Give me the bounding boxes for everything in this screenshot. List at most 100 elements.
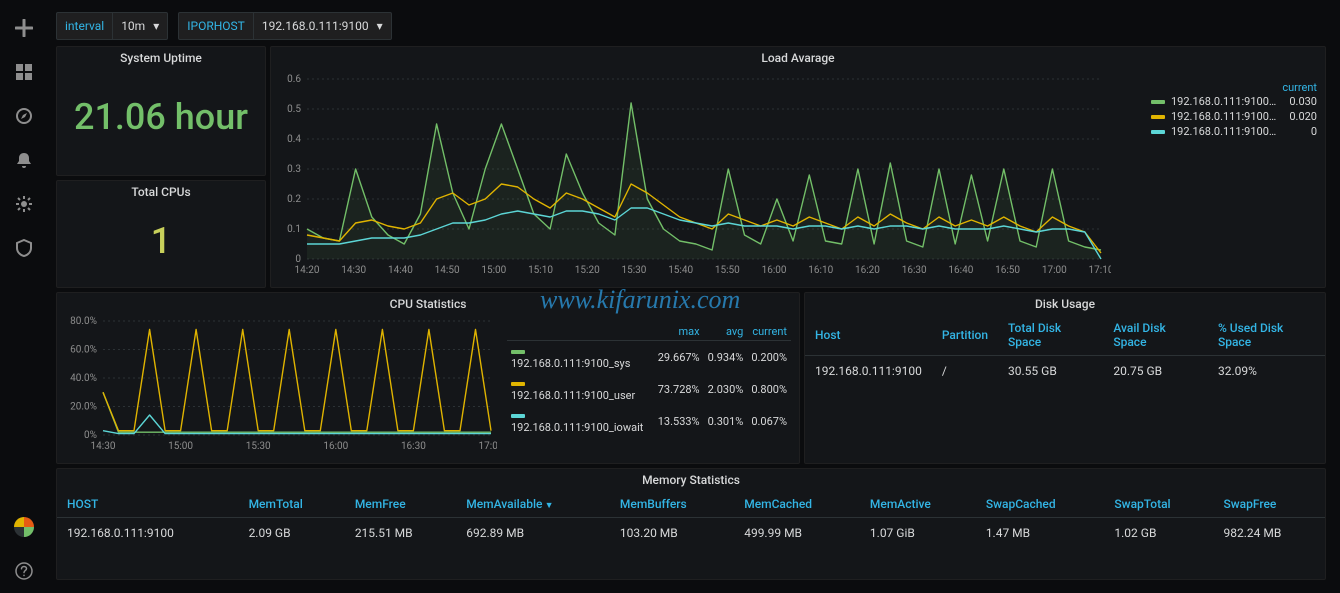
table-header[interactable]: Avail Disk Space [1103, 315, 1208, 356]
help-icon[interactable] [8, 555, 40, 587]
var-interval-value[interactable]: 10m▾ [112, 13, 167, 39]
svg-text:15:30: 15:30 [246, 441, 271, 452]
table-cell: 32.09% [1208, 356, 1325, 387]
legend-series-name: 192.168.0.111:9100_user [511, 389, 635, 402]
explore-icon[interactable] [8, 100, 40, 132]
svg-text:0: 0 [295, 254, 301, 265]
svg-text:16:40: 16:40 [948, 265, 973, 276]
panel-title: Total CPUs [57, 181, 265, 203]
org-logo-icon[interactable] [8, 511, 40, 543]
dashboards-icon[interactable] [8, 56, 40, 88]
cpus-value: 1 [57, 203, 265, 279]
add-icon[interactable] [8, 12, 40, 44]
legend-max: 73.728% [654, 373, 704, 405]
svg-text:17:00: 17:00 [479, 441, 497, 452]
alerting-icon[interactable] [8, 144, 40, 176]
var-interval[interactable]: interval 10m▾ [56, 12, 168, 40]
legend-row[interactable]: 192.168.0.111:9100_sys29.667%0.934%0.200… [507, 341, 791, 374]
table-cell: 192.168.0.111:9100 [805, 356, 932, 387]
legend-current-value: 0 [1277, 125, 1317, 138]
legend-row[interactable]: 192.168.0.111:9100_5m0.020 [1151, 109, 1317, 124]
svg-text:16:10: 16:10 [808, 265, 833, 276]
cpu-legend: max avg current 192.168.0.111:9100_sys29… [507, 323, 791, 437]
table-header[interactable]: Total Disk Space [998, 315, 1103, 356]
svg-text:0%: 0% [84, 430, 97, 441]
table-header[interactable]: MemFree [345, 491, 456, 518]
table-header[interactable]: % Used Disk Space [1208, 315, 1325, 356]
legend-row[interactable]: 192.168.0.111:9100_1m0.030 [1151, 94, 1317, 109]
panel-total-cpus[interactable]: Total CPUs 1 [56, 180, 266, 288]
legend-row[interactable]: 192.168.0.111:9100_user73.728%2.030%0.80… [507, 373, 791, 405]
var-iporhost[interactable]: IPORHOST 192.168.0.111:9100▾ [178, 12, 391, 40]
table-header[interactable]: Partition [932, 315, 998, 356]
legend-col-current[interactable]: current [747, 323, 791, 341]
admin-icon[interactable] [8, 232, 40, 264]
legend-swatch [1151, 100, 1165, 104]
table-header[interactable]: SwapCached [976, 491, 1105, 518]
mem-table: HOSTMemTotalMemFreeMemAvailableMemBuffer… [57, 491, 1325, 548]
panel-title: CPU Statistics [57, 293, 799, 315]
svg-text:14:30: 14:30 [341, 265, 366, 276]
panel-title: Memory Statistics [57, 469, 1325, 491]
legend-swatch [511, 414, 525, 418]
table-cell: 215.51 MB [345, 518, 456, 549]
table-header[interactable]: MemActive [860, 491, 976, 518]
table-cell: 20.75 GB [1103, 356, 1208, 387]
svg-text:40.0%: 40.0% [70, 373, 97, 384]
table-header[interactable]: MemCached [734, 491, 860, 518]
legend-row[interactable]: 192.168.0.111:9100_iowait13.533%0.301%0.… [507, 405, 791, 437]
table-header[interactable]: HOST [57, 491, 239, 518]
legend-current: 0.200% [747, 341, 791, 374]
table-header[interactable]: MemBuffers [610, 491, 734, 518]
legend-col-max[interactable]: max [654, 323, 704, 341]
svg-text:16:50: 16:50 [995, 265, 1020, 276]
panel-load-average[interactable]: Load Avarage 00.10.20.30.40.50.614:2014:… [270, 46, 1326, 288]
legend-avg: 2.030% [704, 373, 748, 405]
table-row[interactable]: 192.168.0.111:91002.09 GB215.51 MB692.89… [57, 518, 1325, 549]
table-header[interactable]: Host [805, 315, 932, 356]
legend-row[interactable]: 192.168.0.111:9100_15m0 [1151, 124, 1317, 139]
legend-header: current [1151, 81, 1317, 94]
legend-col-avg[interactable]: avg [704, 323, 748, 341]
legend-series-name: 192.168.0.111:9100_15m [1171, 125, 1277, 138]
panel-title: System Uptime [57, 47, 265, 69]
var-iporhost-value[interactable]: 192.168.0.111:9100▾ [253, 13, 391, 39]
template-var-toolbar: interval 10m▾ IPORHOST 192.168.0.111:910… [56, 10, 392, 42]
table-row[interactable]: 192.168.0.111:9100/30.55 GB20.75 GB32.09… [805, 356, 1325, 387]
var-iporhost-label: IPORHOST [179, 19, 253, 33]
svg-text:15:40: 15:40 [668, 265, 693, 276]
legend-avg: 0.934% [704, 341, 748, 374]
legend-max: 13.533% [654, 405, 704, 437]
table-cell: 192.168.0.111:9100 [57, 518, 239, 549]
uptime-value: 21.06 hour [57, 69, 265, 165]
svg-text:15:30: 15:30 [621, 265, 646, 276]
legend-swatch [1151, 130, 1165, 134]
svg-text:17:00: 17:00 [1042, 265, 1067, 276]
svg-text:14:30: 14:30 [91, 441, 116, 452]
table-header[interactable]: MemAvailable [456, 491, 610, 518]
panel-disk-usage[interactable]: Disk Usage HostPartitionTotal Disk Space… [804, 292, 1326, 464]
svg-text:16:30: 16:30 [902, 265, 927, 276]
panel-title: Disk Usage [805, 293, 1325, 315]
legend-current: 0.067% [747, 405, 791, 437]
table-header[interactable]: MemTotal [239, 491, 345, 518]
table-header[interactable]: SwapFree [1214, 491, 1326, 518]
table-cell: 103.20 MB [610, 518, 734, 549]
table-header[interactable]: SwapTotal [1104, 491, 1213, 518]
cpu-chart: 0%20.0%40.0%60.0%80.0%14:3015:0015:3016:… [57, 315, 497, 455]
svg-text:0.5: 0.5 [287, 104, 301, 115]
svg-text:17:10: 17:10 [1089, 265, 1111, 276]
legend-max: 29.667% [654, 341, 704, 374]
table-cell: 1.07 GiB [860, 518, 976, 549]
svg-text:15:10: 15:10 [528, 265, 553, 276]
svg-text:14:20: 14:20 [295, 265, 320, 276]
chevron-down-icon: ▾ [153, 19, 159, 33]
svg-text:20.0%: 20.0% [70, 402, 97, 413]
panel-system-uptime[interactable]: System Uptime 21.06 hour [56, 46, 266, 176]
panel-cpu-statistics[interactable]: CPU Statistics 0%20.0%40.0%60.0%80.0%14:… [56, 292, 800, 464]
panel-memory-statistics[interactable]: Memory Statistics HOSTMemTotalMemFreeMem… [56, 468, 1326, 580]
config-icon[interactable] [8, 188, 40, 220]
var-interval-label: interval [57, 19, 112, 33]
svg-text:15:20: 15:20 [575, 265, 600, 276]
chevron-down-icon: ▾ [377, 19, 383, 33]
